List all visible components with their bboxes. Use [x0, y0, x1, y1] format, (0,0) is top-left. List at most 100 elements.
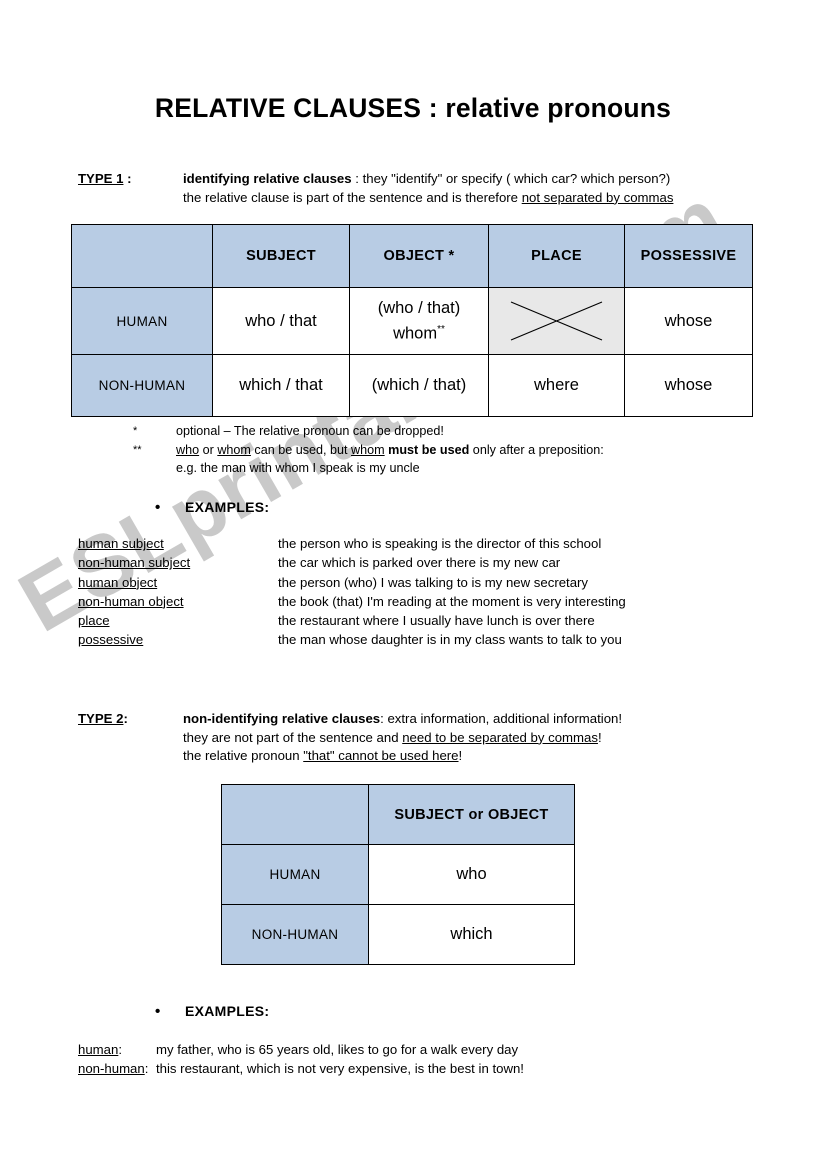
- example-text: the car which is parked over there is my…: [278, 555, 561, 571]
- fn2-p7: only after a preposition:: [469, 442, 604, 457]
- table1-row2-subject: which / that: [212, 354, 350, 417]
- type1-description: identifying relative clauses : they "ide…: [183, 170, 673, 207]
- examples2-heading-text: EXAMPLES:: [185, 1003, 270, 1019]
- table2-header-corner: [221, 784, 369, 845]
- examples1-heading: • EXAMPLES:: [155, 499, 269, 516]
- example-label-wrap: non-human subject:: [78, 553, 278, 572]
- list-item: human: my father, who is 65 years old, li…: [78, 1040, 524, 1059]
- list-item: human subject: the person who is speaking…: [78, 534, 626, 553]
- examples2-list: human: my father, who is 65 years old, li…: [78, 1040, 524, 1079]
- type2-label: TYPE 2:: [78, 710, 128, 729]
- examples1-list: human subject: the person who is speaking…: [78, 534, 626, 650]
- example-label: human: [78, 1042, 119, 1057]
- type1-line2: the relative clause is part of the sente…: [183, 189, 673, 208]
- table1-row1-subject: who / that: [212, 287, 350, 355]
- example-text: my father, who is 65 years old, likes to…: [156, 1042, 519, 1057]
- example-label-wrap: human subject:: [78, 534, 278, 553]
- type1-section: TYPE 1 : identifying relative clauses : …: [78, 170, 673, 207]
- table1-row1-object: (who / that) whom**: [349, 287, 489, 355]
- example-text: this restaurant, which is not very expen…: [156, 1061, 524, 1077]
- table-row: HUMAN who / that (who / that) whom** who…: [71, 287, 753, 355]
- table1-row2-object: (which / that): [349, 354, 489, 417]
- type2-line3: the relative pronoun "that" cannot be us…: [183, 747, 622, 766]
- table1-header-place: PLACE: [488, 224, 625, 288]
- table1-row1-object-marker: **: [437, 324, 445, 336]
- type2-line1-bold: non-identifying relative clauses: [183, 711, 381, 726]
- example-label-wrap: possessive:: [78, 630, 278, 649]
- type2-line2-tail: !: [597, 729, 602, 745]
- footnote-3-text: e.g. the man with whom I speak is my unc…: [176, 461, 420, 475]
- relative-pronouns-table-type2: SUBJECT or OBJECT HUMAN who NON-HUMAN wh…: [221, 784, 575, 965]
- type2-line2-plain: they are not part of the sentence and: [183, 729, 403, 745]
- table1-header-object-marker: *: [448, 248, 455, 264]
- type2-line3-tail: !: [458, 748, 463, 763]
- type1-line1: identifying relative clauses : they "ide…: [183, 170, 673, 189]
- type1-line1-bold: identifying relative clauses: [183, 171, 352, 186]
- footnote-1-marker: *: [133, 425, 138, 437]
- bullet-dot-icon: •: [155, 1003, 161, 1020]
- example-label-wrap: non-human object:: [78, 592, 278, 611]
- example-colon: :: [144, 1061, 149, 1077]
- list-item: non-human: this restaurant, which is not …: [78, 1059, 524, 1078]
- footnote-2: ** who or whom can be used, but whom mus…: [78, 441, 778, 460]
- table1-footnotes: * optional – The relative pronoun can be…: [78, 422, 778, 478]
- table-row-header: SUBJECT or OBJECT: [221, 784, 575, 845]
- example-colon: :: [78, 536, 82, 551]
- example-colon: :: [78, 593, 82, 609]
- table2-row2-label: NON-HUMAN: [221, 904, 369, 965]
- example-text: the restaurant where I usually have lunc…: [278, 613, 595, 629]
- table1-row1-object-line2: whom: [393, 324, 438, 343]
- table1-row1-label: HUMAN: [71, 287, 213, 355]
- type1-label: TYPE 1 :: [78, 170, 132, 189]
- table-row: NON-HUMAN which: [221, 904, 575, 965]
- type2-line3-underlined: "that" cannot be used here: [303, 748, 459, 763]
- type2-line2: they are not part of the sentence and ne…: [183, 729, 622, 748]
- example-label-wrap: non-human:: [78, 1059, 156, 1078]
- type1-label-text: TYPE 1: [78, 171, 124, 186]
- table1-row1-object-line1: (who / that): [377, 299, 461, 318]
- table1-row1-possessive: whose: [624, 287, 753, 355]
- fn2-p6: must be used: [388, 442, 470, 457]
- example-text: the man whose daughter is in my class wa…: [278, 632, 622, 648]
- table1-row1-place-crossed-out: [488, 287, 625, 355]
- table-row-header: SUBJECT OBJECT * PLACE POSSESSIVE: [71, 224, 753, 288]
- table1-row2-place: where: [488, 354, 625, 417]
- list-item: possessive: the man whose daughter is in …: [78, 630, 626, 649]
- example-label-wrap: human:: [78, 1040, 156, 1059]
- table2-header-subject-or-object: SUBJECT or OBJECT: [368, 784, 575, 845]
- relative-pronouns-table-type1: SUBJECT OBJECT * PLACE POSSESSIVE HUMAN …: [71, 224, 753, 417]
- type2-line1: non-identifying relative clauses: extra …: [183, 710, 622, 729]
- table-row: NON-HUMAN which / that (which / that) wh…: [71, 354, 753, 417]
- type1-line2-plain: the relative clause is part of the sente…: [183, 189, 522, 205]
- example-colon: :: [78, 574, 82, 590]
- type2-line2-underlined: need to be separated by commas: [402, 729, 598, 745]
- example-text: the book (that) I'm reading at the momen…: [278, 593, 626, 609]
- example-colon: :: [118, 1042, 122, 1057]
- fn2-p2: whom: [217, 442, 251, 457]
- type1-line1-rest: : they "identify" or specify ( which car…: [351, 171, 671, 186]
- examples2-heading: • EXAMPLES:: [155, 1003, 269, 1020]
- fn2-p3: can be used, but: [250, 442, 352, 457]
- table1-header-object: OBJECT *: [349, 224, 489, 288]
- footnote-2-marker: **: [133, 443, 142, 456]
- list-item: human object: the person (who) I was talk…: [78, 573, 626, 592]
- type1-label-suffix: :: [123, 171, 132, 186]
- fn2-p0: who: [176, 442, 200, 457]
- table-row: HUMAN who: [221, 844, 575, 905]
- list-item: place: the restaurant where I usually hav…: [78, 611, 626, 630]
- examples1-heading-text: EXAMPLES:: [185, 499, 270, 515]
- example-colon: :: [78, 613, 82, 629]
- footnote-1: * optional – The relative pronoun can be…: [78, 422, 778, 441]
- page-title: RELATIVE CLAUSES : relative pronouns: [154, 93, 672, 123]
- type1-line2-underlined: not separated by commas: [521, 189, 674, 205]
- example-colon: :: [78, 555, 82, 571]
- example-label-wrap: human object:: [78, 573, 278, 592]
- example-colon: :: [78, 632, 82, 648]
- footnote-2-text: who or whom can be used, but whom must b…: [176, 443, 604, 457]
- list-item: non-human subject: the car which is parke…: [78, 553, 626, 572]
- footnote-3: e.g. the man with whom I speak is my unc…: [78, 459, 778, 478]
- bullet-dot-icon: •: [155, 499, 161, 516]
- table2-row1-label: HUMAN: [221, 844, 369, 905]
- example-text: the person who is speaking is the direct…: [278, 536, 602, 551]
- table1-row2-label: NON-HUMAN: [71, 354, 213, 417]
